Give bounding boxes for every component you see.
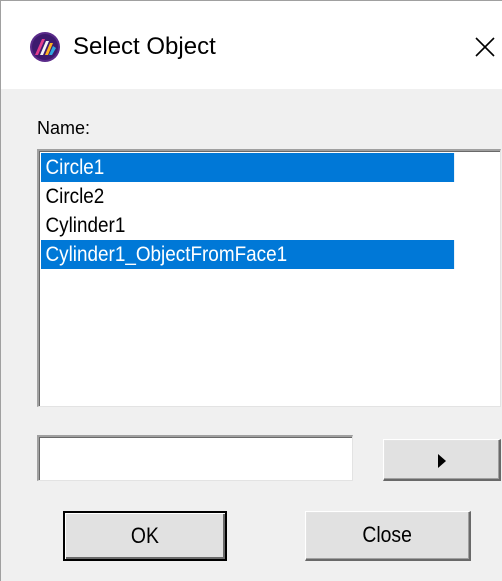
ok-button-label: OK bbox=[131, 523, 159, 548]
close-button[interactable]: Close bbox=[305, 511, 471, 561]
apply-filter-button[interactable] bbox=[383, 439, 501, 481]
list-item[interactable]: Cylinder1 bbox=[41, 211, 454, 240]
close-button-label: Close bbox=[362, 522, 413, 547]
list-item-label: Cylinder1_ObjectFromFace1 bbox=[45, 243, 288, 266]
list-item-label: Circle2 bbox=[45, 185, 105, 208]
play-arrow-icon bbox=[438, 454, 446, 468]
list-item[interactable]: Circle2 bbox=[41, 182, 454, 211]
list-item-label: Circle1 bbox=[45, 156, 105, 179]
list-item[interactable]: Circle1 bbox=[41, 153, 455, 182]
filter-input[interactable] bbox=[37, 435, 353, 481]
list-item-label: Cylinder1 bbox=[45, 214, 126, 237]
app-logo-icon bbox=[30, 32, 60, 62]
close-icon[interactable] bbox=[469, 31, 501, 63]
select-object-dialog: Select Object Name: Circle1 Circle2 Cyli… bbox=[0, 0, 502, 581]
ok-button[interactable]: OK bbox=[63, 511, 227, 561]
name-label: Name: bbox=[37, 118, 91, 138]
dialog-title: Select Object bbox=[73, 33, 216, 60]
title-bar[interactable]: Select Object bbox=[1, 1, 502, 89]
list-item[interactable]: Cylinder1_ObjectFromFace1 bbox=[41, 240, 455, 269]
object-list[interactable]: Circle1 Circle2 Cylinder1 Cylinder1_Obje… bbox=[37, 149, 501, 407]
